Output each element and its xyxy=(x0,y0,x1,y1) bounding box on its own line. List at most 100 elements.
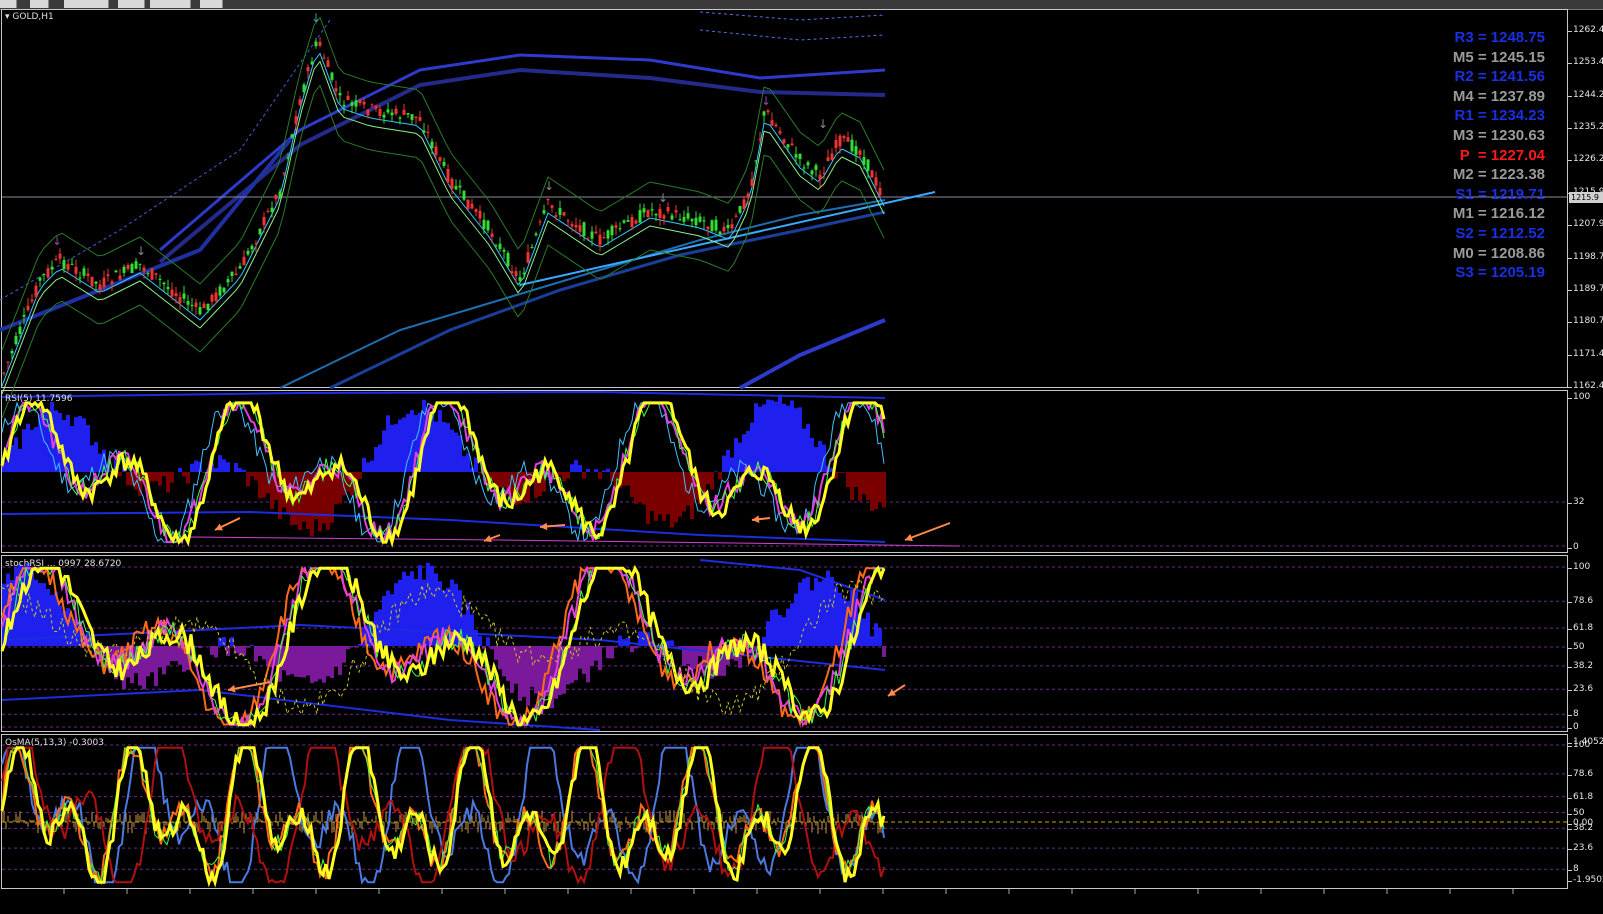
candle-body xyxy=(290,134,294,138)
candle-body xyxy=(630,216,634,228)
candle-body xyxy=(790,143,794,146)
candle-body xyxy=(22,314,26,317)
stoch-histogram-bar xyxy=(810,590,814,646)
candle-body xyxy=(394,108,398,115)
candle-body xyxy=(10,350,14,354)
candle-body xyxy=(234,273,238,275)
stoch-tick: 0 xyxy=(1568,722,1579,732)
candle-body xyxy=(370,104,374,106)
candle-body xyxy=(262,216,266,226)
rsi-histogram-bar xyxy=(362,457,366,472)
rsi-histogram-bar xyxy=(790,400,794,472)
pivot-level-m2: M2 = 1223.38 xyxy=(1452,166,1545,184)
stoch-histogram-bar xyxy=(58,605,62,646)
candle-body xyxy=(238,266,242,269)
candle-body xyxy=(286,157,290,159)
rsi-histogram-bar xyxy=(570,464,574,472)
candle-body xyxy=(594,231,598,234)
candle-body xyxy=(18,326,22,334)
stoch-histogram-bar xyxy=(770,610,774,646)
candle-body xyxy=(410,114,414,120)
stoch-histogram-bar xyxy=(486,637,490,646)
candle-body xyxy=(706,226,710,230)
rsi-histogram-bar xyxy=(466,453,470,472)
rsi-histogram-bar xyxy=(846,472,850,488)
candle-body xyxy=(506,253,510,267)
price-tick: 1226.2 xyxy=(1568,154,1603,165)
candle-body xyxy=(86,273,90,277)
rsi-histogram-bar xyxy=(14,437,18,472)
candle-body xyxy=(698,216,702,222)
candle-body xyxy=(626,219,630,222)
stoch-histogram-bar xyxy=(526,646,530,706)
rsi-histogram-bar xyxy=(478,472,482,474)
rsi-histogram-bar xyxy=(86,425,90,472)
stoch-histogram-bar xyxy=(394,583,398,646)
candle-body xyxy=(758,139,762,141)
candle-body xyxy=(590,231,594,239)
rsi-histogram-bar xyxy=(750,422,754,472)
rsi-histogram-bar xyxy=(502,472,506,488)
candle-body xyxy=(426,131,430,133)
stoch-histogram-bar xyxy=(822,579,826,646)
candle-body xyxy=(74,266,78,274)
candle-body xyxy=(190,304,194,306)
candle-body xyxy=(62,260,66,269)
candle-body xyxy=(650,209,654,211)
rsi-histogram-bar xyxy=(874,472,878,510)
price-tick: 1244.2 xyxy=(1568,89,1603,100)
candle-body xyxy=(842,135,846,139)
candle-body xyxy=(642,208,646,213)
pivot-level-p: P = 1227.04 xyxy=(1459,146,1545,164)
candle-body xyxy=(434,146,438,156)
rsi-histogram-bar xyxy=(638,472,642,503)
candle-body xyxy=(162,282,166,285)
candle-body xyxy=(846,137,850,142)
rsi-histogram-bar xyxy=(498,472,502,487)
rsi-histogram-bar xyxy=(802,428,806,472)
symbol-label[interactable]: ▾ GOLD,H1 xyxy=(5,12,54,22)
stoch-histogram-bar xyxy=(154,646,158,687)
stoch-histogram-bar xyxy=(418,565,422,646)
candle-body xyxy=(474,209,478,213)
stoch-histogram-bar xyxy=(634,646,638,649)
candle-body xyxy=(202,303,206,309)
rsi-histogram-bar xyxy=(166,472,170,493)
stoch-histogram-bar xyxy=(790,603,794,646)
candle-body xyxy=(702,220,706,222)
candle-body xyxy=(666,206,670,212)
stoch-histogram-bar xyxy=(782,617,786,646)
rsi-histogram-bar xyxy=(626,472,630,486)
chart-canvas[interactable]: ↓ ↓ ↓ ↓ ↓ ↓ ↓ xyxy=(0,0,1603,914)
stoch-histogram-bar xyxy=(510,646,514,693)
dashed-channel xyxy=(699,29,886,41)
candle-body xyxy=(774,124,778,127)
stoch-tick: 23.6 xyxy=(1567,684,1594,695)
candle-body xyxy=(878,187,882,196)
candle-body xyxy=(122,266,126,273)
candle-body xyxy=(730,224,734,229)
stoch-histogram-bar xyxy=(514,646,518,684)
candle-body xyxy=(418,117,422,121)
candle-body xyxy=(358,99,362,104)
candle-body xyxy=(570,224,574,227)
rsi-histogram-bar xyxy=(882,472,886,508)
pivot-level-s3: S3 = 1205.19 xyxy=(1455,264,1545,282)
rsi-histogram-bar xyxy=(766,399,770,472)
candle-body xyxy=(862,156,866,165)
stoch-histogram-bar xyxy=(478,635,482,646)
rsi-histogram-bar xyxy=(662,472,666,521)
candle-body xyxy=(454,186,458,190)
candle-body xyxy=(690,218,694,222)
stoch-histogram-bar xyxy=(866,612,870,646)
candle-body xyxy=(342,104,346,107)
stoch-histogram-bar xyxy=(322,646,326,683)
candle-body xyxy=(470,203,474,209)
rsi-histogram-bar xyxy=(34,426,38,472)
candle-body xyxy=(602,237,606,239)
stoch-histogram-bar xyxy=(494,646,498,660)
rsi-histogram-bar xyxy=(222,459,226,472)
candle-body xyxy=(110,281,114,285)
candle-body xyxy=(854,146,858,155)
stoch-histogram-bar xyxy=(614,646,618,648)
